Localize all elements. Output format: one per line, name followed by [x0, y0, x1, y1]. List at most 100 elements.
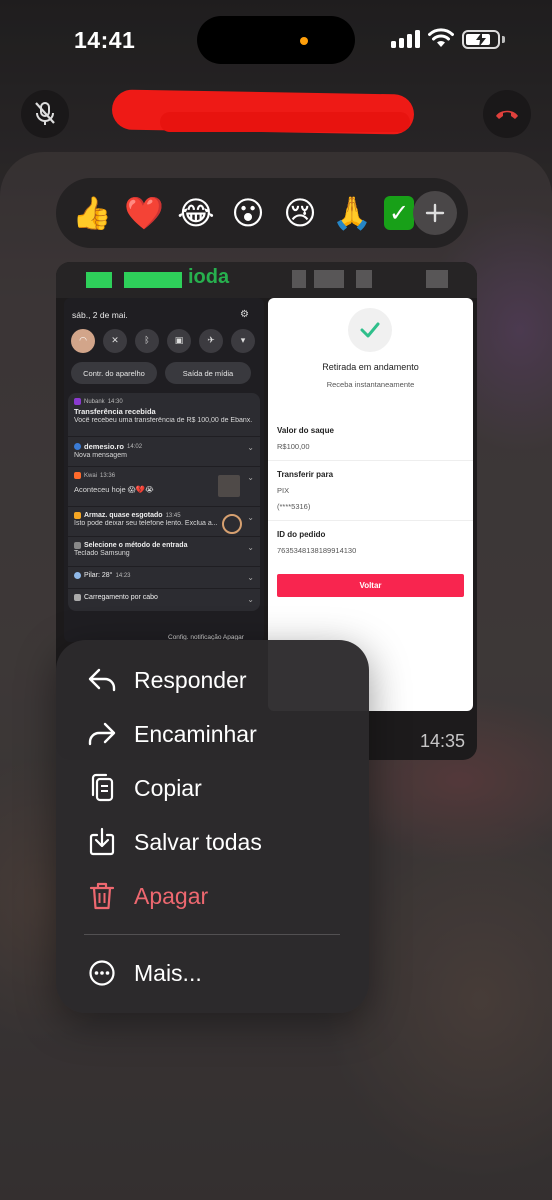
receipt-value-order-id: 7635348138189914130	[277, 546, 357, 555]
end-call-button[interactable]	[483, 90, 531, 138]
message-timestamp: 14:35	[419, 731, 465, 751]
gray-redaction-3	[356, 270, 372, 288]
gray-redaction-2	[314, 270, 344, 288]
lock-toggle-icon: ▣	[167, 329, 191, 353]
menu-item-copy[interactable]: Copiar	[56, 761, 369, 815]
device-control-button: Contr. do aparelho	[71, 362, 157, 384]
notification-thumbnail	[218, 475, 240, 497]
menu-item-label: Copiar	[134, 774, 202, 801]
reaction-heart[interactable]: ❤️	[118, 187, 170, 239]
receipt-value-key: (****5316)	[277, 502, 311, 511]
gear-icon: ⚙	[240, 309, 249, 320]
trash-icon	[86, 880, 118, 912]
airplane-toggle-icon: ✈	[199, 329, 223, 353]
receipt-separator	[268, 520, 473, 521]
dynamic-island	[197, 16, 355, 64]
reply-icon	[86, 664, 118, 696]
notification-kwai: Kwai 13:36 Aconteceu hoje 😱💔😭 ⌄	[68, 467, 260, 507]
nubank-icon	[74, 398, 81, 405]
chevron-down-icon: ⌄	[247, 595, 254, 604]
storage-icon	[222, 514, 242, 534]
gray-redaction	[292, 270, 306, 288]
reaction-crying[interactable]: 😢	[274, 187, 326, 239]
bluetooth-toggle-icon: ᛒ	[135, 329, 159, 353]
receipt-title: Retirada em andamento	[322, 362, 419, 372]
menu-item-label: Salvar todas	[134, 828, 262, 855]
receipt-label-order-id: ID do pedido	[277, 530, 326, 539]
quick-settings-row: ◠ ✕ ᛒ ▣ ✈ ▾	[71, 329, 255, 353]
notifications-screenshot: sáb., 2 de mai. ⚙ ◠ ✕ ᛒ ▣ ✈ ▾ Contr. do …	[64, 298, 264, 642]
receipt-subtitle: Receba instantaneamente	[326, 380, 415, 389]
flashlight-toggle-icon: ▾	[231, 329, 255, 353]
menu-item-delete[interactable]: Apagar	[56, 869, 369, 923]
receipt-label-amount: Valor do saque	[277, 426, 334, 435]
cellular-signal-icon	[391, 30, 421, 48]
app-icon	[74, 443, 81, 450]
keyboard-icon	[74, 542, 81, 549]
media-output-button: Saída de mídia	[165, 362, 251, 384]
notification-input-method: Selecione o método de entrada Teclado Sa…	[68, 537, 260, 567]
battery-icon	[462, 30, 500, 49]
success-check-icon	[348, 308, 392, 352]
notification-nubank: Nubank 14:30 Transferência recebida Você…	[68, 393, 260, 437]
mute-microphone-button[interactable]	[21, 90, 69, 138]
reaction-laughing[interactable]: 😂	[170, 187, 222, 239]
status-bar: 14:41	[0, 0, 552, 84]
menu-item-forward[interactable]: Encaminhar	[56, 707, 369, 761]
chevron-down-icon: ⌄	[247, 543, 254, 552]
mic-off-icon	[35, 102, 55, 125]
receipt-value-amount: R$100,00	[277, 442, 310, 451]
kwai-icon	[74, 472, 81, 479]
more-reactions-button[interactable]	[413, 191, 457, 235]
notif-app: demesio.ro	[84, 442, 125, 451]
notif-time: 13:36	[100, 472, 116, 479]
more-icon	[86, 957, 118, 989]
wifi-icon	[428, 28, 454, 47]
menu-item-label: Mais...	[134, 959, 202, 986]
chevron-down-icon: ⌄	[247, 573, 254, 582]
notif-body: Nova mensagem	[74, 452, 127, 459]
reaction-check-partial[interactable]: ✓	[384, 196, 414, 230]
charging-icon	[74, 594, 81, 601]
mute-toggle-icon: ✕	[103, 329, 127, 353]
notification-weather: Pilar: 28° 14:23 ⌄	[68, 567, 260, 589]
menu-divider	[84, 934, 340, 935]
notif-app: Pilar: 28°	[84, 572, 113, 579]
reaction-pray[interactable]: 🙏	[326, 187, 378, 239]
menu-item-save-all[interactable]: Salvar todas	[56, 815, 369, 869]
receipt-value-pix: PIX	[277, 486, 290, 495]
notif-body: Você recebeu uma transferência de R$ 100…	[74, 417, 253, 424]
notif-app: Armaz. quase esgotado	[84, 512, 163, 519]
weather-icon	[74, 572, 81, 579]
notif-body: Teclado Samsung	[74, 550, 130, 557]
redacted-caller-name-tail	[160, 112, 410, 132]
chevron-down-icon: ⌄	[247, 473, 254, 482]
menu-item-label: Encaminhar	[134, 720, 257, 747]
chevron-down-icon: ⌄	[247, 443, 254, 452]
menu-item-more[interactable]: Mais...	[56, 946, 369, 1000]
battery-cap	[502, 36, 505, 43]
receipt-label-transfer: Transferir para	[277, 470, 334, 479]
receipt-back-button: Voltar	[277, 574, 464, 597]
notification-charging: Carregamento por cabo ⌄	[68, 589, 260, 611]
menu-item-reply[interactable]: Responder	[56, 653, 369, 707]
notification-list: Nubank 14:30 Transferência recebida Você…	[68, 393, 260, 611]
context-menu: Responder Encaminhar Copiar Salvar todas…	[56, 640, 369, 1013]
menu-item-label: Responder	[134, 666, 247, 693]
green-redaction	[86, 272, 112, 288]
notif-time: 13:45	[165, 512, 181, 519]
reaction-thumbs-up[interactable]: 👍	[66, 187, 118, 239]
notif-time: 14:23	[115, 572, 131, 579]
wifi-toggle-icon: ◠	[71, 329, 95, 353]
save-icon	[86, 826, 118, 858]
reaction-surprised[interactable]: 😮	[222, 187, 274, 239]
notif-app: Selecione o método de entrada	[84, 542, 188, 549]
gray-redaction-4	[426, 270, 448, 288]
notif-time: 14:30	[107, 398, 123, 405]
image-top-strip: ioda	[56, 262, 477, 298]
image-header-text: ioda	[188, 266, 230, 288]
notification-demesio: demesio.ro 14:02 Nova mensagem ⌄	[68, 437, 260, 467]
notification-storage: Armaz. quase esgotado 13:45 Isto pode de…	[68, 507, 260, 537]
notif-app: Nubank	[84, 398, 105, 405]
notif-app: Carregamento por cabo	[84, 594, 158, 601]
